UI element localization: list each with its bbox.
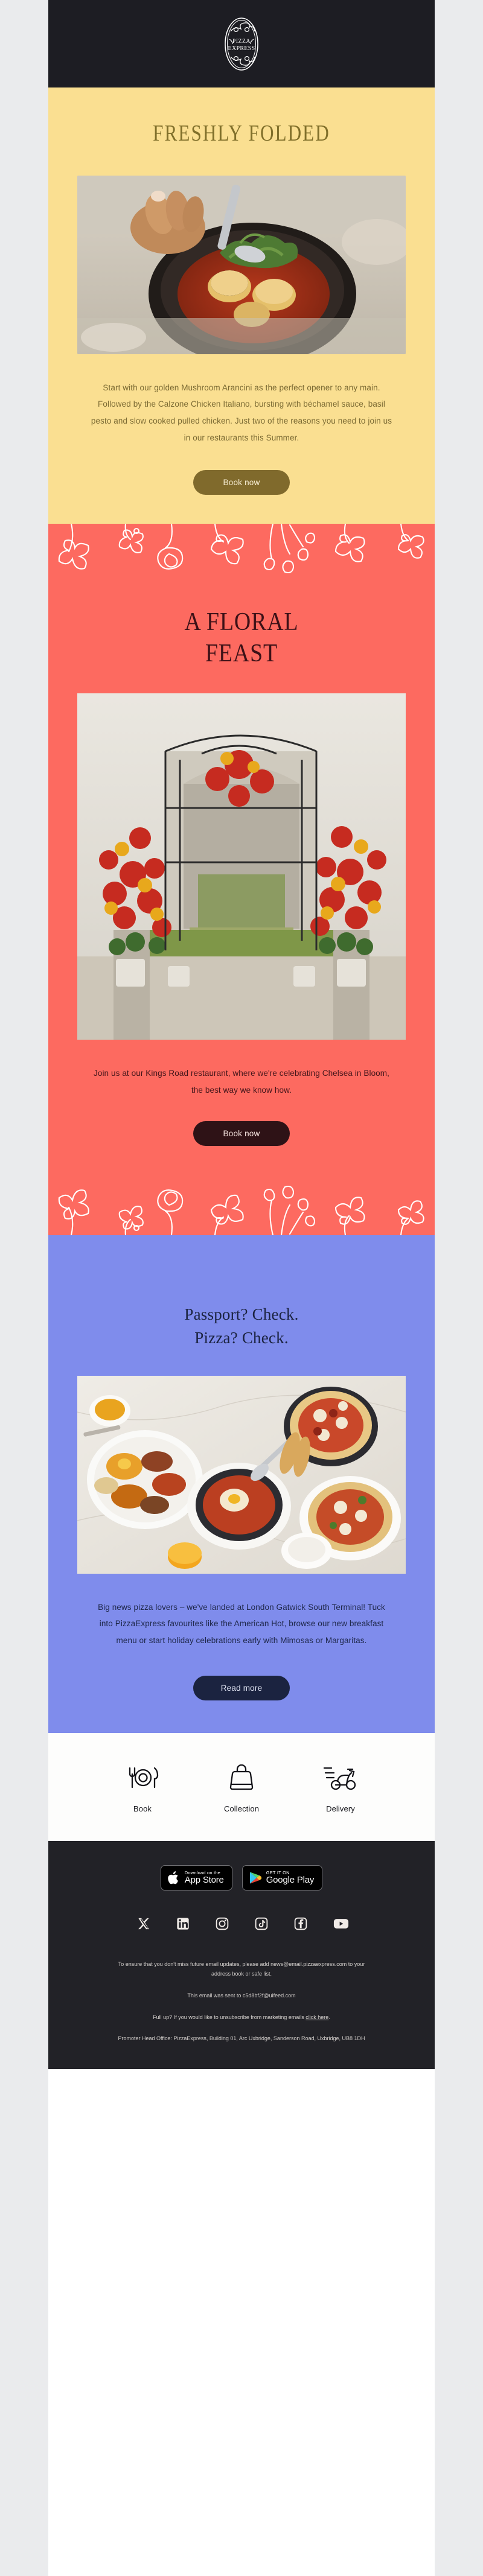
social-link-linkedin[interactable]: [176, 1917, 190, 1930]
gatwick-heading-line-1: Passport? Check.: [184, 1305, 299, 1324]
service-item-collection[interactable]: Collection: [213, 1764, 270, 1813]
x-twitter-icon: [138, 1918, 149, 1929]
gatwick-body: Big news pizza lovers – we've landed at …: [98, 1602, 385, 1645]
logo-text-pizza: PIZZA: [232, 39, 251, 45]
app-store-bottom-label: App Store: [184, 1874, 224, 1885]
floral-feast-book-now-button[interactable]: Book now: [193, 1121, 290, 1146]
app-store-badge[interactable]: Download on the App Store: [160, 1865, 232, 1891]
tiktok-icon: [255, 1917, 267, 1930]
section-gatwick: Passport? Check. Pizza? Check. Big news …: [48, 1235, 435, 1733]
social-link-tiktok[interactable]: [255, 1917, 268, 1930]
takeaway-bag-icon: [229, 1764, 254, 1790]
footer-legal-safelist: To ensure that you don't miss future ema…: [118, 1961, 365, 1977]
service-label-collection: Collection: [223, 1804, 260, 1813]
google-play-badge[interactable]: GET IT ON Google Play: [242, 1865, 323, 1891]
app-store-badges-row: Download on the App Store GET IT ON Goog…: [48, 1865, 435, 1891]
email-body: PIZZA EXPRESS FRESHLY FOLDED Start with …: [48, 0, 435, 2576]
unsubscribe-suffix-text: .: [328, 2014, 330, 2020]
google-play-bottom-label: Google Play: [266, 1874, 315, 1885]
footer-legal-unsubscribe: Full up? If you would like to unsubscrib…: [48, 2012, 435, 2023]
instagram-icon: [216, 1917, 228, 1930]
footer-legal-recipient: This email was sent to c5d8bf2f@uifeed.c…: [187, 1992, 296, 1999]
linkedin-icon: [176, 1917, 189, 1930]
service-label-delivery: Delivery: [326, 1804, 355, 1813]
footer-legal-address: Promoter Head Office: PizzaExpress, Buil…: [118, 2035, 365, 2042]
gatwick-read-more-button[interactable]: Read more: [193, 1675, 290, 1700]
floral-feast-heading-line-1: A FLORAL: [184, 608, 299, 637]
service-item-delivery[interactable]: Delivery: [312, 1764, 369, 1813]
apple-icon: [168, 1871, 178, 1884]
floral-feast-heading-line-2: FEAST: [205, 639, 278, 667]
service-options-bar: Book Collection Delivery: [48, 1732, 435, 1841]
facebook-icon: [294, 1917, 307, 1930]
social-link-facebook[interactable]: [294, 1917, 307, 1930]
service-item-book[interactable]: Book: [114, 1764, 171, 1813]
cutlery-plate-icon: [129, 1767, 159, 1788]
pizzaexpress-logo-icon[interactable]: PIZZA EXPRESS: [223, 16, 260, 72]
email-page: PIZZA EXPRESS FRESHLY FOLDED Start with …: [0, 0, 483, 2576]
freshly-folded-body: Start with our golden Mushroom Arancini …: [91, 383, 392, 442]
social-link-instagram[interactable]: [216, 1917, 229, 1930]
gatwick-heading-line-2: Pizza? Check.: [194, 1329, 289, 1347]
youtube-icon: [333, 1918, 348, 1929]
service-row: Book Collection Delivery: [48, 1764, 435, 1813]
section-floral-feast: A FLORAL FEAST Join us at our Kings Road…: [48, 524, 435, 1236]
floral-border-bottom-icon: [58, 1186, 424, 1236]
gatwick-image: [77, 1375, 406, 1574]
unsubscribe-link[interactable]: click here: [305, 2014, 328, 2020]
logo-text-express: EXPRESS: [228, 45, 255, 52]
freshly-folded-heading: FRESHLY FOLDED: [153, 121, 330, 146]
freshly-folded-book-now-button[interactable]: Book now: [193, 470, 290, 495]
email-header: PIZZA EXPRESS: [48, 0, 435, 87]
floral-feast-body: Join us at our Kings Road restaurant, wh…: [94, 1068, 389, 1095]
freshly-folded-image: [77, 175, 406, 354]
social-link-x[interactable]: [137, 1917, 150, 1930]
delivery-scooter-icon: [323, 1767, 356, 1790]
unsubscribe-prefix-text: Full up? If you would like to unsubscrib…: [153, 2014, 306, 2020]
section-freshly-folded: FRESHLY FOLDED Start with our golden Mus…: [48, 87, 435, 524]
social-links-row: [48, 1917, 435, 1930]
email-footer: Download on the App Store GET IT ON Goog…: [48, 1840, 435, 2069]
service-label-book: Book: [133, 1804, 152, 1813]
google-play-icon: [249, 1871, 261, 1884]
social-link-youtube[interactable]: [333, 1917, 348, 1930]
floral-feast-image: [77, 693, 406, 1040]
floral-border-top-icon: [58, 524, 424, 574]
